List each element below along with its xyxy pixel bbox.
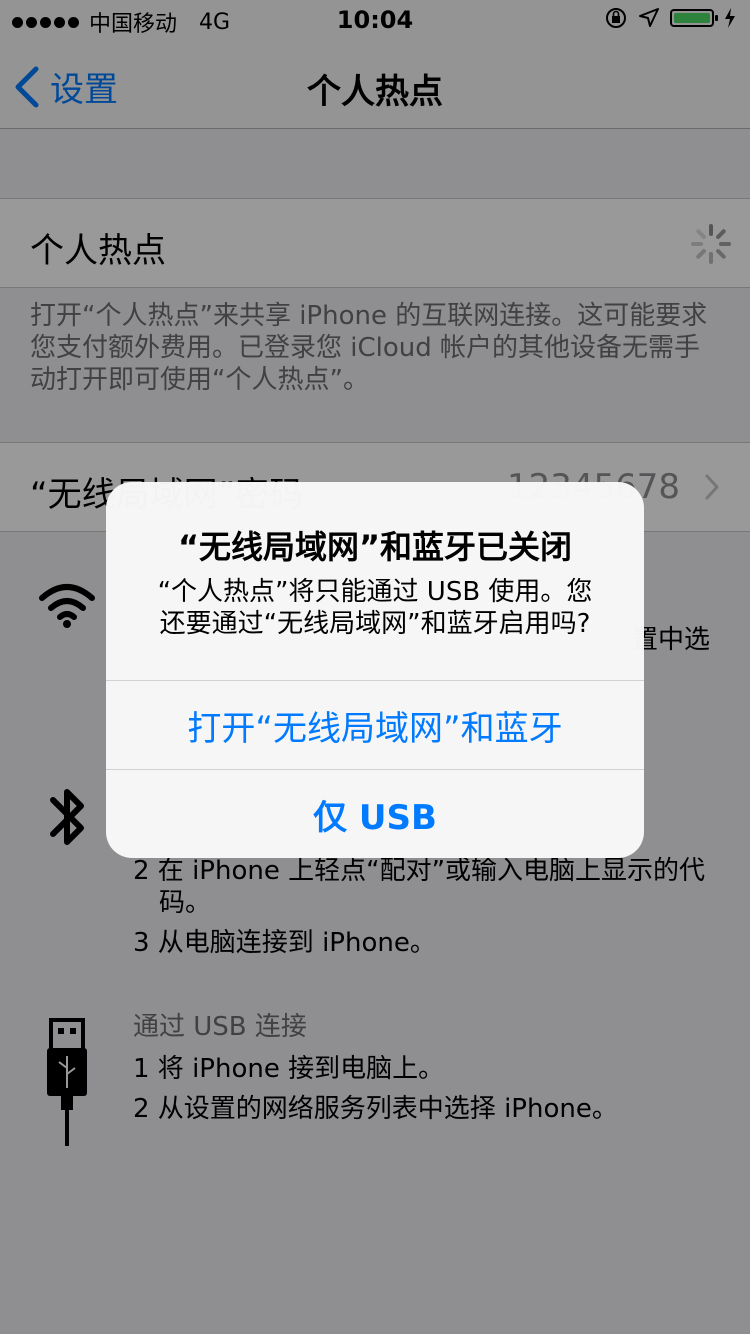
alert-message: “个人热点”将只能通过 USB 使用。您还要通过“无线局域网”和蓝牙启用吗? xyxy=(157,577,593,639)
usb-only-button[interactable]: 仅 USB xyxy=(106,769,644,858)
alert-dialog: “无线局域网”和蓝牙已关闭 “个人热点”将只能通过 USB 使用。您还要通过“无… xyxy=(106,482,644,858)
alert-title: “无线局域网”和蓝牙已关闭 xyxy=(177,528,573,566)
enable-wifi-bluetooth-button[interactable]: 打开“无线局域网”和蓝牙 xyxy=(106,680,644,769)
